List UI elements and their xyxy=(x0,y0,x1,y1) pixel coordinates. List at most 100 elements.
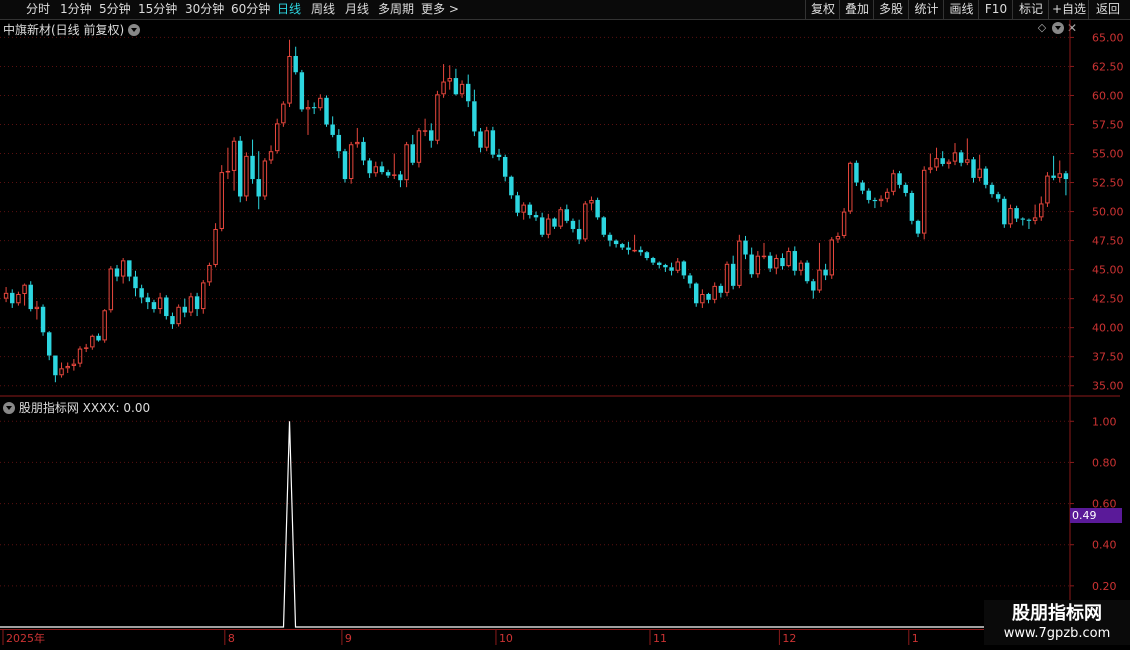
candle-body xyxy=(613,240,619,245)
candle-body xyxy=(509,176,514,196)
candle-body xyxy=(1039,203,1044,218)
candle-body xyxy=(712,285,717,300)
candle-body xyxy=(878,198,884,202)
candle-body xyxy=(361,141,366,161)
candle-body xyxy=(373,166,379,174)
price-tick-label: 37.50 xyxy=(1092,351,1124,364)
candle-body xyxy=(28,284,33,310)
indicator-line xyxy=(0,421,1070,628)
candle-body xyxy=(231,140,237,171)
candle-body xyxy=(570,220,576,229)
candle-body xyxy=(1045,175,1050,204)
candle-body xyxy=(663,264,668,268)
candle-body xyxy=(281,103,286,124)
candle-body xyxy=(1020,218,1026,220)
candle-body xyxy=(447,78,452,82)
candle-body xyxy=(527,204,533,216)
candle-body xyxy=(835,235,841,240)
candle-body xyxy=(786,251,791,267)
price-tick-label: 60.00 xyxy=(1092,89,1124,102)
candle-body xyxy=(700,293,705,304)
candle-body xyxy=(219,172,224,229)
candle-body xyxy=(1063,173,1069,180)
candle-body xyxy=(767,255,773,269)
candle-body xyxy=(287,55,292,104)
candle-body xyxy=(737,240,742,286)
candle-body xyxy=(330,124,335,135)
candle-body xyxy=(176,306,181,325)
candle-body xyxy=(46,332,52,356)
candle-body xyxy=(885,191,890,199)
candle-body xyxy=(238,140,243,197)
candle-body xyxy=(496,154,502,157)
candle-body xyxy=(466,83,471,102)
candle-body xyxy=(1014,208,1019,219)
price-tick-label: 52.50 xyxy=(1092,177,1124,190)
chart-canvas[interactable]: 65.00 62.50 60.00 57.50 55.00 52.50 50.00 47.50… xyxy=(0,0,1130,650)
candle-body xyxy=(620,244,625,248)
candle-body xyxy=(921,169,927,234)
candle-body xyxy=(946,161,952,164)
indicator-tick-label: 0.40 xyxy=(1092,539,1117,552)
candle-body xyxy=(404,144,409,181)
candle-body xyxy=(940,158,945,164)
candle-body xyxy=(780,258,785,267)
candle-body xyxy=(866,190,871,200)
candle-body xyxy=(552,218,557,227)
price-tick-label: 65.00 xyxy=(1092,31,1124,44)
candle-body xyxy=(392,174,397,176)
candle-body xyxy=(1002,198,1007,225)
candle-body xyxy=(872,199,878,202)
candle-body xyxy=(182,306,187,313)
candle-body xyxy=(157,297,163,310)
candle-body xyxy=(897,173,902,185)
candle-body xyxy=(311,107,317,109)
candle-body xyxy=(83,347,89,349)
price-tick-label: 57.50 xyxy=(1092,118,1124,131)
candle-body xyxy=(995,194,1001,199)
candle-body xyxy=(860,182,865,191)
candle-body xyxy=(145,297,151,303)
candle-body xyxy=(120,260,126,277)
candle-body xyxy=(441,81,446,95)
candle-body xyxy=(484,130,489,148)
candle-body xyxy=(71,363,77,366)
candle-body xyxy=(934,158,939,168)
x-tick-label: 2025年 xyxy=(6,631,45,645)
candle-body xyxy=(398,174,403,181)
candle-body xyxy=(718,285,724,293)
candle-body xyxy=(108,268,114,311)
x-tick-label: 9 xyxy=(345,632,352,645)
candle-body xyxy=(490,130,496,155)
candle-body xyxy=(151,302,157,310)
candle-body xyxy=(564,209,570,221)
candle-body xyxy=(977,168,982,178)
candle-body xyxy=(472,101,477,132)
candle-body xyxy=(336,134,342,152)
candle-body xyxy=(207,264,212,283)
candle-body xyxy=(958,152,964,163)
candle-body xyxy=(268,151,274,161)
candle-body xyxy=(952,152,958,162)
candle-body xyxy=(225,170,231,173)
candle-body xyxy=(632,249,637,252)
candle-body xyxy=(854,162,859,183)
candle-body xyxy=(558,209,563,227)
candle-body xyxy=(583,203,588,240)
candle-body xyxy=(1032,217,1038,221)
candle-body xyxy=(669,267,674,271)
candle-body xyxy=(342,151,348,180)
price-tick-label: 55.00 xyxy=(1092,148,1124,161)
candle-body xyxy=(459,83,465,95)
x-tick-label: 1 xyxy=(912,632,919,645)
price-tick-label: 62.50 xyxy=(1092,60,1124,73)
candle-body xyxy=(724,263,730,293)
candle-body xyxy=(774,258,779,269)
candle-body xyxy=(903,184,908,193)
candle-body xyxy=(693,283,699,304)
candle-body xyxy=(971,159,976,178)
x-tick-label: 11 xyxy=(653,632,667,645)
candle-body xyxy=(928,167,933,170)
candle-body xyxy=(1008,208,1013,225)
indicator-tick-label: 0.80 xyxy=(1092,456,1117,469)
